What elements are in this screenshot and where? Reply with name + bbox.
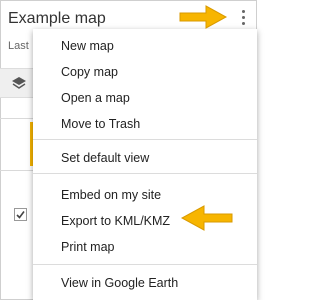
- menu-separator: [33, 139, 257, 140]
- checkbox-checked-icon: [16, 211, 25, 219]
- menu-item-open-map[interactable]: Open a map: [33, 85, 257, 111]
- menu-item-copy-map[interactable]: Copy map: [33, 59, 257, 85]
- menu-item-new-map[interactable]: New map: [33, 33, 257, 59]
- menu-separator: [33, 264, 257, 265]
- layer-visibility-checkbox[interactable]: [14, 208, 27, 221]
- layers-icon: [12, 77, 26, 89]
- map-title[interactable]: Example map: [8, 10, 106, 28]
- last-edited-label: Last: [8, 40, 29, 52]
- arrow-icon: [180, 205, 233, 231]
- arrow-icon: [179, 5, 228, 29]
- menu-separator: [33, 173, 257, 174]
- menu-item-view-google-earth[interactable]: View in Google Earth: [33, 270, 257, 296]
- map-options-menu: New map Copy map Open a map Move to Tras…: [33, 29, 257, 300]
- menu-item-move-to-trash[interactable]: Move to Trash: [33, 111, 257, 137]
- menu-item-set-default-view[interactable]: Set default view: [33, 145, 257, 171]
- menu-item-print-map[interactable]: Print map: [33, 234, 257, 260]
- more-options-icon[interactable]: [240, 10, 246, 28]
